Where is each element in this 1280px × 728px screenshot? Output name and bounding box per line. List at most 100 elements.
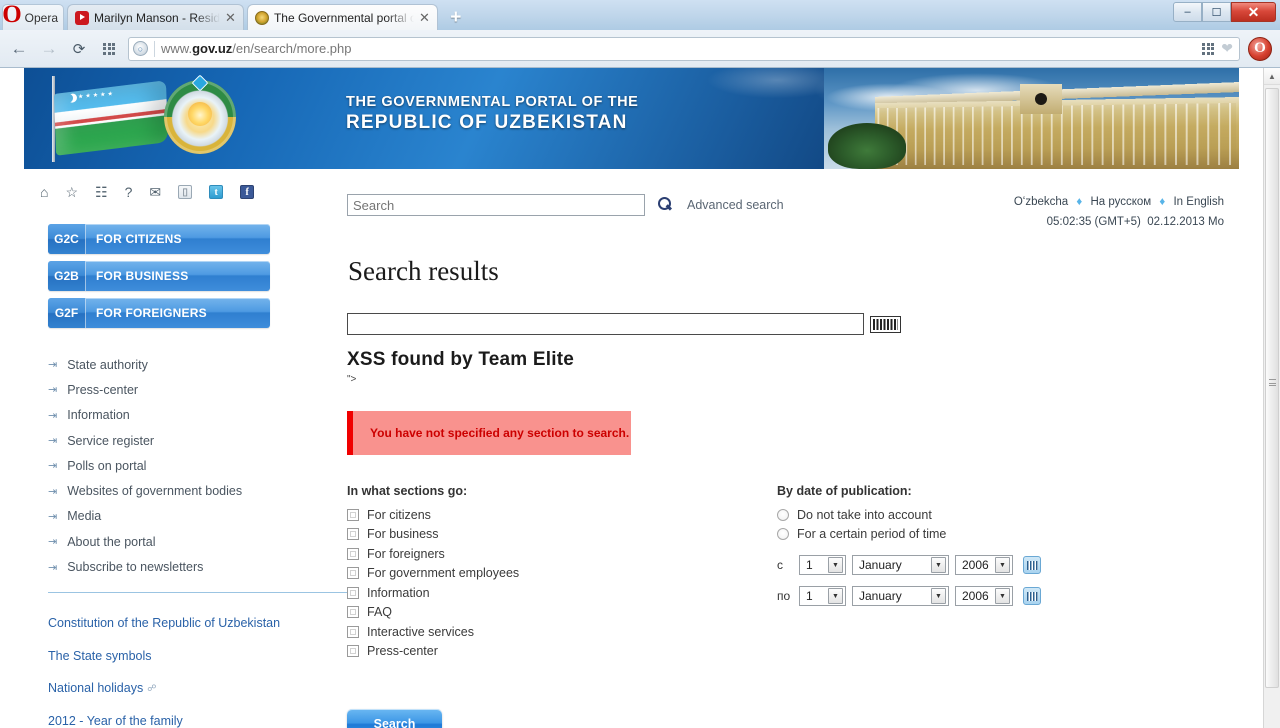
query-input[interactable] (347, 313, 864, 335)
sidebar-link-constitution[interactable]: Constitution of the Republic of Uzbekist… (48, 607, 368, 640)
section-checkbox-for-business[interactable]: For business (347, 525, 777, 545)
scroll-up-icon[interactable]: ▲ (1264, 68, 1280, 85)
checkbox-label: Interactive services (367, 624, 474, 639)
section-checkbox-for-citizens[interactable]: For citizens (347, 505, 777, 525)
checkbox-icon[interactable] (347, 528, 359, 541)
section-checkbox-for-government-employees[interactable]: For government employees (347, 564, 777, 584)
audience-button-g2f[interactable]: G2F FOR FOREIGNERS (48, 298, 270, 328)
calendar-icon[interactable] (1023, 587, 1041, 605)
page-viewport: ★★★★★ THE GOVERNMENTAL PORTAL OF THE REP… (0, 68, 1280, 728)
browser-tab-0[interactable]: Marilyn Manson - Resid ✕ (67, 4, 244, 30)
audience-button-g2c[interactable]: G2C FOR CITIZENS (48, 224, 270, 254)
chevron-down-icon[interactable]: ▼ (931, 557, 946, 573)
sidebar-item-subscribe-to-newsletters[interactable]: ⇥ Subscribe to newsletters (48, 554, 348, 579)
sidebar-item-polls-on-portal[interactable]: ⇥ Polls on portal (48, 453, 348, 478)
sidebar-item-service-register[interactable]: ⇥ Service register (48, 428, 348, 453)
sidebar-item-media[interactable]: ⇥ Media (48, 504, 348, 529)
browser-tab-1[interactable]: The Governmental portal o ✕ (246, 4, 438, 30)
arrow-icon: ⇥ (48, 384, 58, 397)
date-from-row: с 1 ▼ January ▼ 2006 ▼ (777, 555, 1077, 575)
date-from-month-select[interactable]: January ▼ (852, 555, 949, 575)
checkbox-icon[interactable] (347, 547, 359, 560)
date-from-year-select[interactable]: 2006 ▼ (955, 555, 1013, 575)
date-radio-do-not-take-into-account[interactable]: Do not take into account (777, 505, 1077, 525)
date-from-label: с (777, 558, 783, 572)
checkbox-icon[interactable] (347, 586, 359, 599)
star-icon[interactable]: ☆ (65, 185, 78, 199)
virtual-keyboard-icon[interactable] (870, 315, 901, 333)
checkbox-label: For government employees (367, 566, 520, 581)
language-link-en[interactable]: In English (1173, 196, 1224, 208)
audience-button-g2b[interactable]: G2B FOR BUSINESS (48, 261, 270, 291)
chevron-down-icon[interactable]: ▼ (995, 588, 1010, 604)
date-to-year-select[interactable]: 2006 ▼ (955, 586, 1013, 606)
reload-icon[interactable]: ⟳ (68, 38, 90, 60)
date-to-day-select[interactable]: 1 ▼ (799, 586, 846, 606)
chevron-down-icon[interactable]: ▼ (931, 588, 946, 604)
sidebar-item-label: Information (67, 408, 130, 423)
chevron-down-icon[interactable]: ▼ (828, 557, 843, 573)
select-value: 2006 (962, 589, 989, 603)
sidebar-item-about-the-portal[interactable]: ⇥ About the portal (48, 529, 348, 554)
new-tab-button[interactable]: + (442, 6, 470, 30)
language-link-uz[interactable]: Oʻzbekcha (1014, 196, 1068, 208)
section-checkbox-information[interactable]: Information (347, 583, 777, 603)
chevron-down-icon[interactable]: ▼ (995, 557, 1010, 573)
back-icon[interactable]: ← (8, 38, 30, 60)
sidebar-link-national-holidays[interactable]: National holidays ☍ (48, 672, 368, 705)
page-title: Search results (348, 256, 499, 286)
section-checkbox-faq[interactable]: FAQ (347, 603, 777, 623)
search-icon[interactable] (658, 197, 674, 213)
date-radio-certain-period[interactable]: For a certain period of time (777, 525, 1077, 545)
scrollbar-thumb[interactable] (1265, 88, 1279, 688)
help-icon[interactable]: ? (125, 185, 133, 199)
advanced-search-link[interactable]: Advanced search (687, 198, 784, 212)
vertical-scrollbar[interactable]: ▲ (1263, 68, 1280, 728)
sidebar-link-label: Constitution of the Republic of Uzbekist… (48, 616, 281, 631)
grid-icon[interactable] (1202, 42, 1215, 55)
tab-title: The Governmental portal o (273, 10, 414, 25)
checkbox-icon[interactable] (347, 508, 359, 521)
sitemap-icon[interactable]: ☷ (95, 185, 108, 199)
tab-title: Marilyn Manson - Resid (94, 10, 221, 25)
chevron-down-icon[interactable]: ▼ (828, 588, 843, 604)
address-bar[interactable]: ○ www.gov.uz/en/search/more.php ❤ (128, 36, 1240, 61)
search-input[interactable] (347, 194, 645, 216)
heart-icon[interactable]: ❤ (1221, 40, 1233, 57)
sidebar-item-press-center[interactable]: ⇥ Press-center (48, 377, 348, 402)
close-icon[interactable]: ✕ (419, 10, 430, 26)
sidebar-item-state-authority[interactable]: ⇥ State authority (48, 352, 348, 377)
radio-icon[interactable] (777, 508, 789, 521)
select-value: January (859, 589, 902, 603)
date-from-day-select[interactable]: 1 ▼ (799, 555, 846, 575)
mail-icon[interactable]: ✉ (149, 185, 161, 199)
sidebar-item-websites-of-government-bodies[interactable]: ⇥ Websites of government bodies (48, 478, 348, 503)
sidebar-link-year-of-the-family[interactable]: 2012 - Year of the family (48, 705, 368, 728)
speed-dial-icon[interactable] (98, 38, 120, 60)
close-icon[interactable]: ✕ (225, 10, 236, 26)
banner-title-line1: THE GOVERNMENTAL PORTAL OF THE (346, 94, 639, 110)
section-checkbox-for-foreigners[interactable]: For foreigners (347, 544, 777, 564)
sidebar-link-state-symbols[interactable]: The State symbols (48, 639, 368, 672)
calendar-icon[interactable] (1023, 556, 1041, 574)
section-checkbox-press-center[interactable]: Press-center (347, 642, 777, 662)
minimize-button[interactable]: – (1173, 2, 1202, 22)
language-link-ru[interactable]: На русском (1090, 196, 1151, 208)
radio-icon[interactable] (777, 528, 789, 541)
section-checkbox-interactive-services[interactable]: Interactive services (347, 622, 777, 642)
checkbox-icon[interactable] (347, 567, 359, 580)
restore-button[interactable]: ☐ (1202, 2, 1231, 22)
twitter-icon[interactable]: t (209, 185, 224, 199)
sidebar-item-information[interactable]: ⇥ Information (48, 403, 348, 428)
close-button[interactable]: ✕ (1231, 2, 1276, 22)
forward-icon[interactable]: → (38, 38, 60, 60)
sidebar-item-label: State authority (67, 357, 148, 372)
home-icon[interactable]: ⌂ (40, 185, 48, 199)
date-to-month-select[interactable]: January ▼ (852, 586, 949, 606)
sidebar-nav: ⇥ State authority ⇥ Press-center ⇥ Infor… (48, 352, 348, 580)
opera-menu-button[interactable]: O Opera (2, 1, 64, 30)
opera-button-icon[interactable]: O (1248, 36, 1272, 61)
title-bar: O Opera Marilyn Manson - Resid ✕ The Gov… (0, 0, 1280, 30)
facebook-icon[interactable]: f (240, 185, 255, 199)
mobile-icon[interactable]: ▯ (178, 185, 193, 199)
